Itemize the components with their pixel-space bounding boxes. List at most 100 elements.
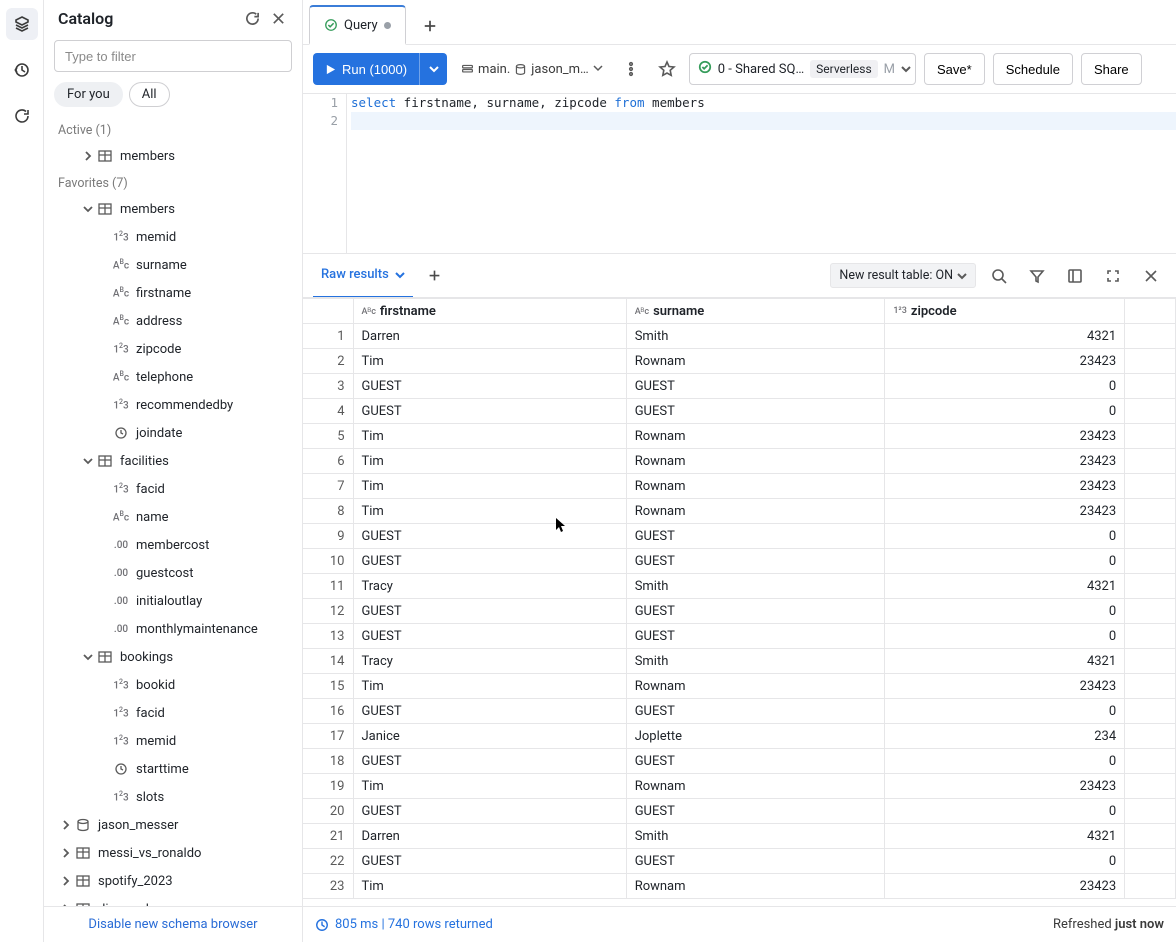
column-row[interactable]: ABc name — [44, 503, 302, 531]
column-header[interactable]: Aᴮc surname — [626, 299, 885, 324]
refresh-rail-icon[interactable] — [6, 100, 38, 132]
code-area[interactable]: select firstname, surname, zipcode from … — [347, 94, 1176, 253]
column-row[interactable]: 123 recommendedby — [44, 391, 302, 419]
chevron-down-icon — [901, 64, 911, 74]
column-row[interactable]: 123 bookid — [44, 671, 302, 699]
disable-browser-link[interactable]: Disable new schema browser — [44, 906, 302, 942]
table-row[interactable]: 16GUESTGUEST0 — [303, 699, 1176, 724]
catalog-picker[interactable]: main. jason_m… — [455, 53, 609, 85]
expand-results-button[interactable] — [1098, 261, 1128, 291]
run-options-button[interactable] — [419, 53, 447, 85]
share-button[interactable]: Share — [1081, 53, 1142, 85]
column-row[interactable]: starttime — [44, 755, 302, 783]
status-bar: 805 ms | 740 rows returned Refreshed jus… — [303, 906, 1176, 942]
column-row[interactable]: .00 membercost — [44, 531, 302, 559]
close-sidebar-icon[interactable] — [268, 8, 288, 28]
filter-results-button[interactable] — [1022, 261, 1052, 291]
active-table-row[interactable]: members — [44, 142, 302, 170]
catalog-item-row[interactable]: diamonds — [44, 895, 302, 906]
column-row[interactable]: ABc firstname — [44, 279, 302, 307]
chevron-down-icon — [593, 63, 603, 73]
refresh-icon[interactable] — [242, 8, 262, 28]
table-row[interactable]: 13GUESTGUEST0 — [303, 624, 1176, 649]
table-row[interactable]: 21DarrenSmith4321 — [303, 824, 1176, 849]
column-row[interactable]: ABc address — [44, 307, 302, 335]
catalog-item-row[interactable]: messi_vs_ronaldo — [44, 839, 302, 867]
close-results-button[interactable] — [1136, 261, 1166, 291]
table-row[interactable]: 6TimRownam23423 — [303, 449, 1176, 474]
sql-editor[interactable]: 12 select firstname, surname, zipcode fr… — [303, 93, 1176, 253]
table-row[interactable]: 5TimRownam23423 — [303, 424, 1176, 449]
panel-toggle-button[interactable] — [1060, 261, 1090, 291]
search-icon — [991, 268, 1007, 284]
save-button[interactable]: Save* — [924, 53, 985, 85]
column-row[interactable]: .00 initialoutlay — [44, 587, 302, 615]
column-row[interactable]: 123 facid — [44, 699, 302, 727]
search-results-button[interactable] — [984, 261, 1014, 291]
schedule-button[interactable]: Schedule — [993, 53, 1073, 85]
for-you-pill[interactable]: For you — [54, 82, 123, 107]
new-result-table-toggle[interactable]: New result table: ON — [830, 263, 976, 288]
line-gutter: 12 — [303, 94, 347, 253]
table-row[interactable]: 1DarrenSmith4321 — [303, 324, 1176, 349]
column-row[interactable]: joindate — [44, 419, 302, 447]
column-row[interactable]: ABc telephone — [44, 363, 302, 391]
results-table[interactable]: Aᴮc firstnameAᴮc surname1²3 zipcode1Darr… — [303, 298, 1176, 899]
table-row[interactable]: 18GUESTGUEST0 — [303, 749, 1176, 774]
table-row[interactable]: 14TracySmith4321 — [303, 649, 1176, 674]
add-tab-button[interactable] — [412, 8, 448, 44]
favorite-button[interactable] — [653, 53, 681, 85]
column-row[interactable]: ABc surname — [44, 251, 302, 279]
table-row[interactable]: 15TimRownam23423 — [303, 674, 1176, 699]
add-result-tab-button[interactable] — [421, 262, 449, 290]
table-row[interactable]: 20GUESTGUEST0 — [303, 799, 1176, 824]
query-tab[interactable]: Query — [309, 5, 406, 45]
catalog-rail-icon[interactable] — [6, 8, 38, 40]
fav-table-row[interactable]: bookings — [44, 643, 302, 671]
filter-input-wrapper[interactable] — [54, 40, 292, 72]
table-row[interactable]: 3GUESTGUEST0 — [303, 374, 1176, 399]
tab-bar: Query — [303, 0, 1176, 45]
table-row[interactable]: 8TimRownam23423 — [303, 499, 1176, 524]
table-row[interactable]: 11TracySmith4321 — [303, 574, 1176, 599]
table-row[interactable]: 12GUESTGUEST0 — [303, 599, 1176, 624]
fav-table-row[interactable]: members — [44, 195, 302, 223]
column-row[interactable]: 123 facid — [44, 475, 302, 503]
table-row[interactable]: 7TimRownam23423 — [303, 474, 1176, 499]
column-header[interactable]: Aᴮc firstname — [353, 299, 626, 324]
table-row[interactable]: 23TimRownam23423 — [303, 874, 1176, 899]
cluster-name: 0 - Shared SQ… — [718, 62, 804, 77]
table-row[interactable]: 9GUESTGUEST0 — [303, 524, 1176, 549]
more-menu-button[interactable] — [617, 53, 645, 85]
check-circle-icon — [324, 18, 338, 32]
column-row[interactable]: .00 guestcost — [44, 559, 302, 587]
table-row[interactable]: 2TimRownam23423 — [303, 349, 1176, 374]
clock-icon — [315, 918, 329, 932]
catalog-item-row[interactable]: jason_messer — [44, 811, 302, 839]
column-row[interactable]: 123 memid — [44, 727, 302, 755]
column-row[interactable]: 123 slots — [44, 783, 302, 811]
filter-input[interactable] — [65, 49, 281, 64]
all-pill[interactable]: All — [129, 82, 170, 107]
run-button[interactable]: Run (1000) — [313, 53, 419, 85]
query-tab-label: Query — [344, 18, 378, 33]
schema-name: jason_m… — [531, 62, 588, 77]
column-row[interactable]: 123 zipcode — [44, 335, 302, 363]
table-row[interactable]: 19TimRownam23423 — [303, 774, 1176, 799]
run-button-label: Run (1000) — [342, 62, 407, 77]
column-row[interactable]: .00 monthlymaintenance — [44, 615, 302, 643]
catalog-name: main. — [478, 62, 510, 77]
cluster-selector[interactable]: 0 - Shared SQ… Serverless M — [689, 53, 916, 85]
table-row[interactable]: 4GUESTGUEST0 — [303, 399, 1176, 424]
column-header[interactable]: 1²3 zipcode — [885, 299, 1125, 324]
table-row[interactable]: 17JaniceJoplette234 — [303, 724, 1176, 749]
more-vertical-icon — [623, 61, 639, 77]
fav-table-row[interactable]: facilities — [44, 447, 302, 475]
raw-results-tab[interactable]: Raw results — [313, 254, 413, 298]
table-row[interactable]: 22GUESTGUEST0 — [303, 849, 1176, 874]
table-row[interactable]: 10GUESTGUEST0 — [303, 549, 1176, 574]
results-grid[interactable]: Aᴮc firstnameAᴮc surname1²3 zipcode1Darr… — [303, 297, 1176, 906]
column-row[interactable]: 123 memid — [44, 223, 302, 251]
history-rail-icon[interactable] — [6, 54, 38, 86]
catalog-item-row[interactable]: spotify_2023 — [44, 867, 302, 895]
